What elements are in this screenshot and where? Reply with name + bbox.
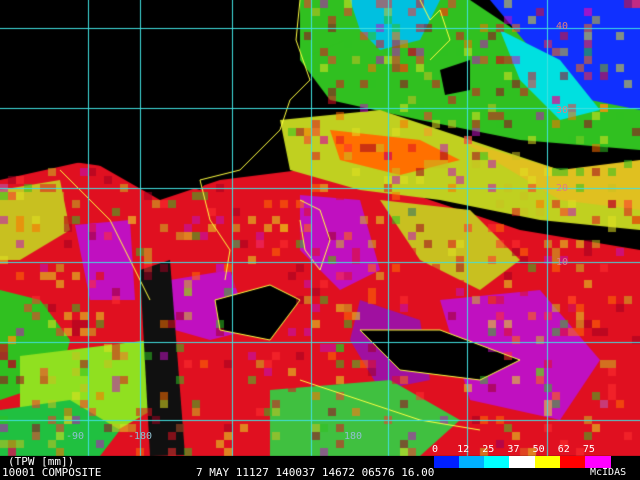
lat-label-10: 10	[556, 257, 569, 268]
colorbar-tick-label: 50	[532, 444, 545, 455]
colorbar-swatch	[584, 456, 611, 468]
colorbar-swatch	[509, 456, 536, 468]
lat-label-30: 30	[556, 105, 569, 116]
lat-label-40: 40	[556, 21, 569, 32]
colorbar-tick-label: 0	[432, 444, 439, 455]
colorbar-tick-label: 12	[457, 444, 470, 455]
colorbar-swatch	[534, 456, 561, 468]
lat-label-20: 20	[556, 183, 569, 194]
lon-label-1: -90	[66, 431, 85, 442]
product-id-line: 10001 COMPOSITE	[2, 466, 102, 479]
mcidas-logo: McIDAS	[590, 467, 627, 478]
colorbar-tick-label: 75	[582, 444, 595, 455]
colorbar-swatch	[459, 456, 486, 468]
colorbar-tick-label: 37	[507, 444, 520, 455]
colorbar-swatch	[559, 456, 586, 468]
lon-label-2: 180	[344, 431, 363, 442]
tpw-composite-map	[0, 0, 640, 480]
colorbar-swatch	[484, 456, 511, 468]
lon-label-3: -180	[128, 431, 153, 442]
colorbar-swatch	[434, 456, 460, 468]
colorbar-tick-label: 25	[482, 444, 495, 455]
colorbar-tick-label: 62	[557, 444, 570, 455]
product-datetime: 7 MAY 11127 140037 14672 06576 16.00	[196, 466, 435, 479]
